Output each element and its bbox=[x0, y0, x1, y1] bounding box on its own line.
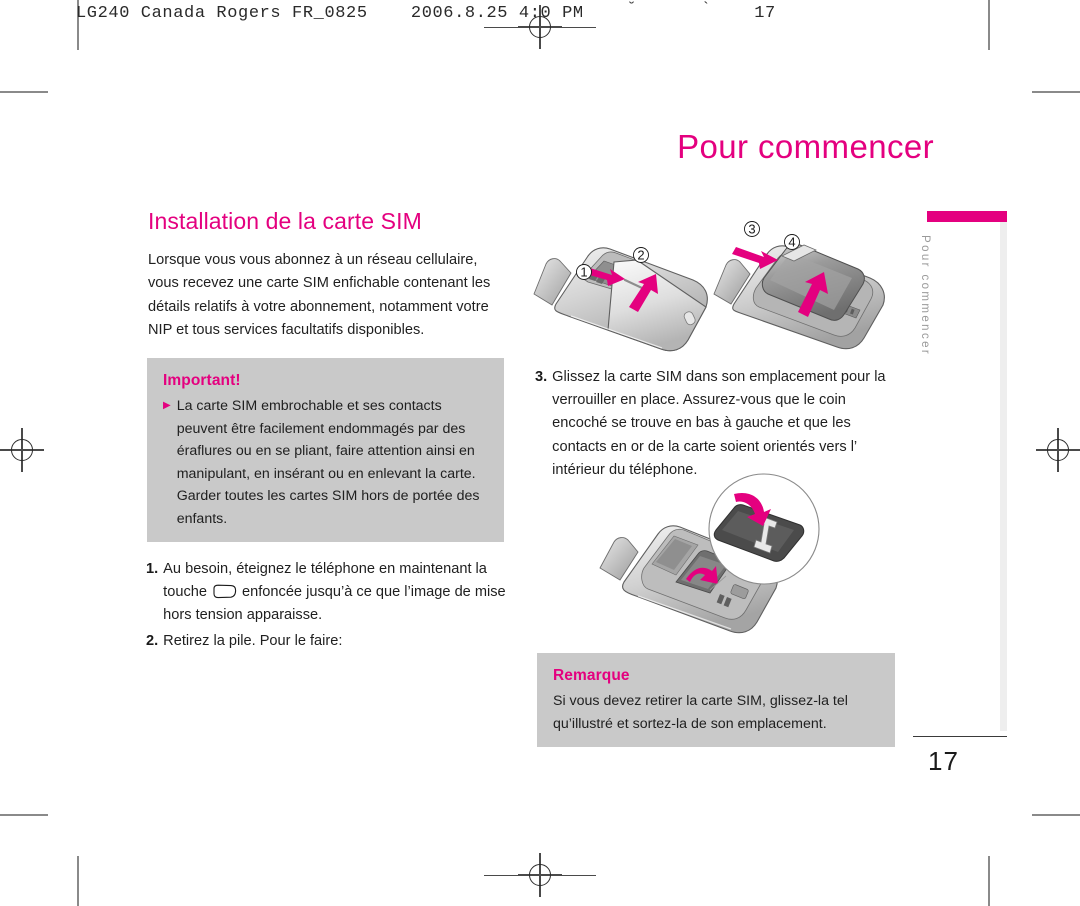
crop-mark-top-right-horizontal bbox=[1032, 91, 1080, 93]
section-title: Installation de la carte SIM bbox=[148, 208, 422, 234]
step-item-3: 3. Glissez la carte SIM dans son emplace… bbox=[535, 366, 897, 482]
slug-tick-one: ˘ bbox=[626, 0, 637, 17]
illustration-sim-insertion bbox=[548, 472, 848, 650]
step-3-number: 3. bbox=[535, 369, 548, 385]
prepress-slug-line: LG240 Canada Rogers FR_0825 2006.8.25 4:… bbox=[76, 0, 776, 23]
registration-mark-bottom bbox=[518, 853, 562, 897]
slug-tick-two: ` bbox=[701, 0, 712, 17]
slug-page-number: 17 bbox=[754, 4, 776, 23]
slug-job-name: LG240 Canada Rogers FR_0825 bbox=[76, 4, 368, 23]
chapter-tab-bar bbox=[927, 211, 1007, 222]
page-title: Pour commencer bbox=[677, 128, 934, 165]
chapter-tab-label: Pour commencer bbox=[919, 235, 931, 357]
registration-mark-left bbox=[0, 428, 44, 472]
important-callout-bullet: ▶ La carte SIM embrochable et ses contac… bbox=[163, 395, 488, 531]
illustration-battery-removal: 3 4 bbox=[712, 212, 902, 362]
important-callout-box: Important! ▶ La carte SIM embrochable et… bbox=[147, 358, 504, 542]
crop-mark-bottom-right-horizontal bbox=[1032, 814, 1080, 816]
crop-mark-bottom-left-horizontal bbox=[0, 814, 48, 816]
crop-mark-top-left-horizontal bbox=[0, 91, 48, 93]
section-intro-paragraph: Lorsque vous vous abonnez à un réseau ce… bbox=[148, 252, 491, 339]
note-callout-text: Si vous devez retirer la carte SIM, glis… bbox=[553, 693, 848, 732]
slug-timestamp: 2006.8.25 4:0 PM bbox=[410, 4, 584, 23]
power-key-icon bbox=[211, 584, 238, 599]
svg-text:4: 4 bbox=[788, 235, 795, 250]
step-1-text: Au besoin, éteignez le téléphone en main… bbox=[163, 558, 518, 628]
step-1-number: 1. bbox=[146, 561, 159, 577]
step-2-number: 2. bbox=[146, 633, 159, 649]
svg-text:3: 3 bbox=[748, 222, 755, 237]
note-callout-box: Remarque Si vous devez retirer la carte … bbox=[537, 653, 895, 747]
step-item-2: 2. Retirez la pile. Pour le faire: bbox=[146, 630, 518, 653]
registration-mark-right bbox=[1036, 428, 1080, 472]
thumb-tab-edge bbox=[1000, 211, 1007, 731]
page-number: 17 bbox=[928, 746, 959, 776]
step-item-1: 1. Au besoin, éteignez le téléphone en m… bbox=[146, 558, 518, 628]
important-callout-text: La carte SIM embrochable et ses contacts… bbox=[176, 398, 480, 527]
crop-mark-bottom-left-vertical bbox=[77, 856, 79, 906]
folio-rule bbox=[913, 736, 1007, 738]
crop-mark-bottom-right-vertical bbox=[988, 856, 990, 906]
step-3-text: Glissez la carte SIM dans son emplacemen… bbox=[552, 369, 886, 478]
crop-mark-top-right-vertical bbox=[988, 0, 990, 50]
important-callout-heading: Important! bbox=[163, 372, 241, 389]
triangle-bullet-icon: ▶ bbox=[163, 400, 171, 411]
note-callout-heading: Remarque bbox=[553, 667, 630, 684]
illustration-battery-cover-removal: 1 2 bbox=[530, 212, 735, 362]
svg-text:1: 1 bbox=[580, 265, 587, 280]
svg-text:2: 2 bbox=[637, 248, 644, 263]
step-2-text: Retirez la pile. Pour le faire: bbox=[163, 633, 343, 649]
